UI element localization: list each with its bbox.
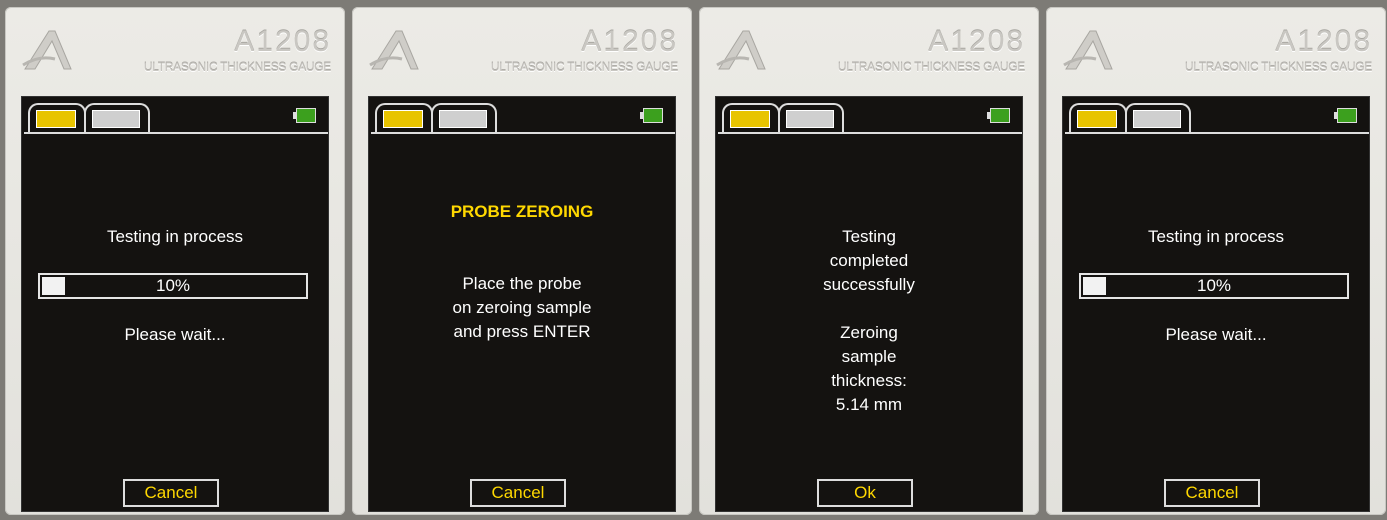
instruction-line: on zeroing sample bbox=[452, 298, 592, 317]
digital-readout-icon bbox=[786, 110, 834, 128]
progress-percent: 10% bbox=[1196, 276, 1232, 295]
instruction-line: and press ENTER bbox=[453, 322, 591, 341]
subtitle-label: ULTRASONIC THICKNESS GAUGE bbox=[837, 60, 1025, 74]
subtitle-label: ULTRASONIC THICKNESS GAUGE bbox=[490, 60, 678, 74]
screen-tabs bbox=[371, 101, 675, 135]
model-label: A1208 bbox=[234, 25, 331, 58]
subtitle-label: ULTRASONIC THICKNESS GAUGE bbox=[1184, 60, 1372, 74]
thickness-measure-icon bbox=[1077, 110, 1117, 128]
thickness-line: Zeroing bbox=[840, 323, 898, 342]
device-header: A1208 ULTRASONIC THICKNESS GAUGE bbox=[5, 7, 345, 87]
screen-tabs bbox=[1065, 101, 1369, 135]
device-screen: Testing in process 10% Please wait... Ca… bbox=[21, 96, 329, 512]
battery-full-icon bbox=[1334, 108, 1357, 123]
result-line: successfully bbox=[823, 275, 915, 294]
model-label: A1208 bbox=[581, 25, 678, 58]
instruction-line: Place the probe bbox=[462, 274, 582, 293]
acoustic-a-logo bbox=[22, 30, 72, 70]
thickness-measure-tab[interactable] bbox=[1069, 103, 1127, 133]
model-label: A1208 bbox=[1275, 25, 1372, 58]
thickness-measure-icon bbox=[730, 110, 770, 128]
device-panel-1: A1208 ULTRASONIC THICKNESS GAUGE Testing… bbox=[5, 7, 345, 515]
thickness-line: sample bbox=[841, 347, 897, 366]
screen-tabs bbox=[718, 101, 1022, 135]
digital-readout-tab[interactable] bbox=[1125, 103, 1191, 133]
result-line: completed bbox=[829, 251, 909, 270]
digital-readout-icon bbox=[92, 110, 140, 128]
device-header: A1208 ULTRASONIC THICKNESS GAUGE bbox=[699, 7, 1039, 87]
wait-text: Please wait... bbox=[124, 325, 226, 344]
cancel-button[interactable]: Cancel bbox=[123, 479, 219, 507]
digital-readout-icon bbox=[439, 110, 487, 128]
device-screen: PROBE ZEROING Place the probe on zeroing… bbox=[368, 96, 676, 512]
acoustic-a-logo bbox=[369, 30, 419, 70]
progress-percent: 10% bbox=[155, 276, 191, 295]
device-screen: Testing in process 10% Please wait... Ca… bbox=[1062, 96, 1370, 512]
acoustic-a-logo bbox=[716, 30, 766, 70]
battery-full-icon bbox=[640, 108, 663, 123]
device-header: A1208 ULTRASONIC THICKNESS GAUGE bbox=[1046, 7, 1386, 87]
battery-full-icon bbox=[293, 108, 316, 123]
wait-text: Please wait... bbox=[1165, 325, 1267, 344]
thickness-measure-tab[interactable] bbox=[722, 103, 780, 133]
thickness-measure-icon bbox=[383, 110, 423, 128]
thickness-measure-icon bbox=[36, 110, 76, 128]
progress-bar: 10% bbox=[1079, 273, 1349, 299]
thickness-line: thickness: bbox=[831, 371, 907, 390]
device-panel-4: A1208 ULTRASONIC THICKNESS GAUGE Testing… bbox=[1046, 7, 1386, 515]
model-label: A1208 bbox=[928, 25, 1025, 58]
progress-bar: 10% bbox=[38, 273, 308, 299]
device-screen: Testing completed successfully Zeroing s… bbox=[715, 96, 1023, 512]
device-panel-2: A1208 ULTRASONIC THICKNESS GAUGE PROBE Z… bbox=[352, 7, 692, 515]
digital-readout-tab[interactable] bbox=[431, 103, 497, 133]
screen-tabs bbox=[24, 101, 328, 135]
thickness-measure-tab[interactable] bbox=[28, 103, 86, 133]
subtitle-label: ULTRASONIC THICKNESS GAUGE bbox=[143, 60, 331, 74]
digital-readout-tab[interactable] bbox=[84, 103, 150, 133]
digital-readout-icon bbox=[1133, 110, 1181, 128]
digital-readout-tab[interactable] bbox=[778, 103, 844, 133]
thickness-measure-tab[interactable] bbox=[375, 103, 433, 133]
ok-button[interactable]: Ok bbox=[817, 479, 913, 507]
acoustic-a-logo bbox=[1063, 30, 1113, 70]
zeroing-title: PROBE ZEROING bbox=[450, 202, 594, 221]
status-text: Testing in process bbox=[106, 227, 244, 246]
status-text: Testing in process bbox=[1147, 227, 1285, 246]
cancel-button[interactable]: Cancel bbox=[1164, 479, 1260, 507]
thickness-value: 5.14 mm bbox=[835, 395, 903, 414]
device-header: A1208 ULTRASONIC THICKNESS GAUGE bbox=[352, 7, 692, 87]
result-line: Testing bbox=[842, 227, 896, 246]
cancel-button[interactable]: Cancel bbox=[470, 479, 566, 507]
device-panel-3: A1208 ULTRASONIC THICKNESS GAUGE Testing… bbox=[699, 7, 1039, 515]
battery-full-icon bbox=[987, 108, 1010, 123]
